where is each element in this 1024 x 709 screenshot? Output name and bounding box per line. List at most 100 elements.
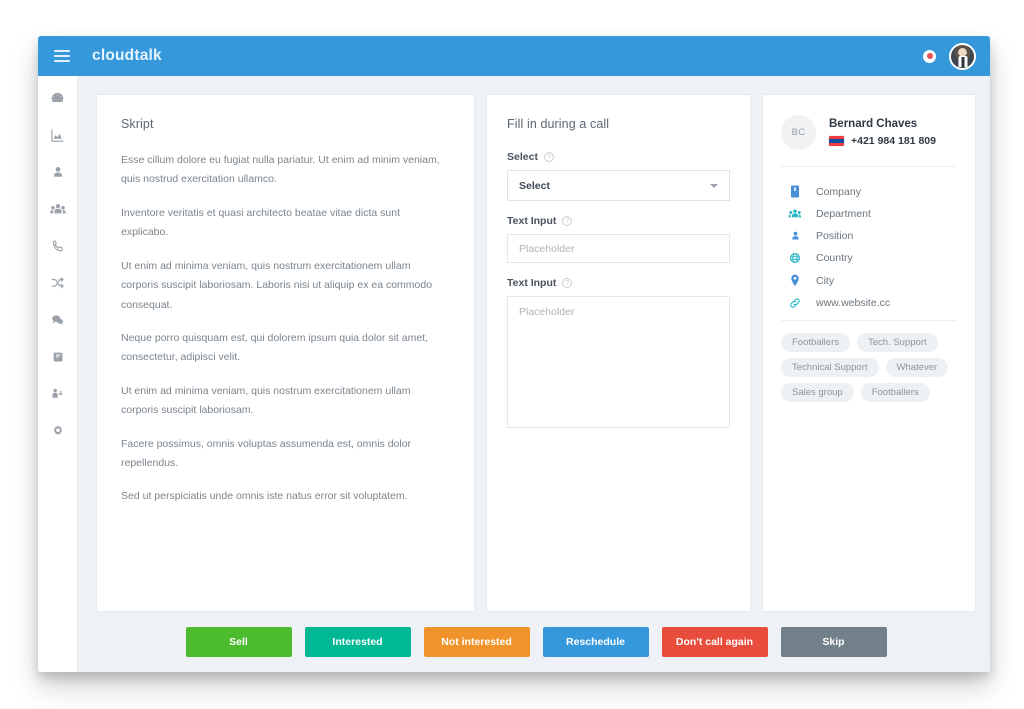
book-icon (51, 350, 65, 364)
contact-detail-label: www.website.cc (816, 297, 891, 309)
tag-item[interactable]: Sales group (781, 383, 854, 402)
left-sidebar (38, 76, 78, 672)
panels-row: Skript Esse cillum dolore eu fugiat null… (96, 94, 976, 612)
contact-detail-label: Company (816, 185, 861, 198)
select-input[interactable]: Select (507, 170, 730, 201)
script-paragraph: Esse cillum dolore eu fugiat nulla paria… (121, 154, 440, 186)
phone-icon (51, 239, 65, 253)
sidebar-item-contacts[interactable] (43, 160, 73, 184)
analytics-icon (50, 128, 65, 143)
group-icon (788, 208, 802, 220)
contact-detail-position[interactable]: Position (781, 225, 957, 247)
contact-detail-company[interactable]: Company (781, 180, 957, 203)
top-header-bar: cloudtalk (38, 36, 990, 76)
tag-item[interactable]: Footballers (781, 333, 850, 352)
skip-button[interactable]: Skip (780, 627, 887, 657)
text-input[interactable] (507, 234, 730, 263)
tag-item[interactable]: Footballers (860, 383, 930, 402)
textarea-field-label: Text Input (507, 277, 557, 289)
sidebar-item-groups[interactable] (43, 197, 73, 221)
tag-item[interactable]: Technical Support (781, 358, 879, 377)
workflow-icon (50, 387, 65, 401)
contact-identity: Bernard Chaves +421 984 181 809 (829, 118, 936, 147)
contact-detail-department[interactable]: Department (781, 203, 957, 225)
contact-detail-label: City (816, 274, 835, 287)
shuffle-icon (50, 276, 65, 290)
script-paragraph: Ut enim ad minima veniam, quis nostrum e… (121, 384, 411, 417)
contact-header: BC Bernard Chaves +421 984 181 809 (781, 115, 957, 166)
call-disposition-bar: Sell Interested Not interested Reschedul… (96, 612, 976, 672)
chat-icon (50, 313, 65, 327)
contact-detail-label: Country (816, 252, 853, 264)
not-interested-button[interactable]: Not interested (423, 627, 530, 657)
script-paragraph: Sed ut perspiciatis unde omnis iste natu… (121, 490, 408, 503)
contact-panel: BC Bernard Chaves +421 984 181 809 Compa… (762, 94, 976, 612)
form-panel-title: Fill in during a call (507, 117, 610, 131)
chevron-down-icon (710, 183, 718, 188)
body-row: Skript Esse cillum dolore eu fugiat null… (38, 76, 990, 672)
sidebar-item-messages[interactable] (43, 308, 73, 332)
help-icon[interactable]: ? (562, 278, 573, 288)
script-paragraph: Ut enim ad minima veniam, quis nostrum e… (121, 259, 433, 311)
group-icon (49, 202, 66, 217)
link-icon (788, 297, 802, 309)
contact-detail-label: Department (816, 208, 871, 220)
help-icon[interactable]: ? (562, 216, 573, 226)
select-field-label: Select (507, 151, 538, 163)
contact-detail-website[interactable]: www.website.cc (781, 292, 957, 314)
pin-icon (788, 274, 802, 287)
hamburger-icon[interactable] (54, 50, 70, 62)
sidebar-item-routing[interactable] (43, 271, 73, 295)
select-field-group: Select ? Select (507, 151, 730, 201)
select-field-label-row: Select ? (507, 151, 730, 163)
contact-phone[interactable]: +421 984 181 809 (851, 135, 936, 147)
contact-avatar: BC (781, 115, 816, 150)
record-status-icon[interactable] (923, 49, 936, 63)
dont-call-again-button[interactable]: Don't call again (661, 627, 768, 657)
contact-phone-row: +421 984 181 809 (829, 135, 936, 147)
sidebar-item-calls[interactable] (43, 234, 73, 258)
text-field-group: Text Input ? (507, 215, 730, 263)
contact-icon (51, 165, 65, 179)
textarea-input[interactable] (507, 296, 730, 428)
app-window: cloudtalk Skript Esse cillum dolore eu f… (38, 36, 990, 672)
tag-item[interactable]: Whatever (885, 358, 949, 377)
reschedule-button[interactable]: Reschedule (542, 627, 649, 657)
tag-item[interactable]: Tech. Support (857, 333, 938, 352)
contact-detail-list: Company Department Position Country City… (781, 167, 957, 320)
script-paragraph: Facere possimus, omnis voluptas assumend… (121, 437, 412, 470)
sidebar-item-settings[interactable] (43, 419, 73, 443)
header-actions (923, 42, 976, 70)
select-value: Select (519, 179, 550, 192)
brand-logo[interactable]: cloudtalk (92, 47, 162, 65)
interested-button[interactable]: Interested (304, 627, 411, 657)
gear-icon (51, 424, 65, 438)
sidebar-item-library[interactable] (43, 345, 73, 369)
sidebar-item-dashboard[interactable] (43, 86, 73, 110)
slovakia-flag-icon (829, 136, 844, 146)
textarea-field-group: Text Input ? (507, 277, 730, 433)
script-panel: Skript Esse cillum dolore eu fugiat null… (96, 94, 475, 612)
person-icon (788, 230, 802, 242)
help-icon[interactable]: ? (543, 152, 554, 162)
dashboard-icon (50, 91, 65, 106)
globe-icon (788, 252, 802, 264)
call-form-panel: Fill in during a call Select ? Select Te… (486, 94, 751, 612)
sidebar-item-analytics[interactable] (43, 123, 73, 147)
text-field-label: Text Input (507, 215, 557, 227)
main-content: Skript Esse cillum dolore eu fugiat null… (78, 76, 990, 672)
building-icon (788, 185, 802, 198)
contact-name: Bernard Chaves (829, 118, 918, 130)
textarea-field-label-row: Text Input ? (507, 277, 730, 289)
sell-button[interactable]: Sell (185, 627, 292, 657)
script-paragraph: Neque porro quisquam est, qui dolorem ip… (121, 331, 428, 364)
contact-tags: Footballers Tech. Support Technical Supp… (781, 321, 957, 402)
script-panel-title: Skript (121, 117, 154, 131)
contact-detail-label: Position (816, 230, 854, 242)
sidebar-item-workflow[interactable] (43, 382, 73, 406)
script-paragraph: Inventore veritatis et quasi architecto … (121, 206, 400, 239)
user-avatar[interactable] (949, 42, 976, 70)
text-field-label-row: Text Input ? (507, 215, 730, 227)
contact-detail-country[interactable]: Country (781, 247, 957, 269)
contact-detail-city[interactable]: City (781, 269, 957, 292)
